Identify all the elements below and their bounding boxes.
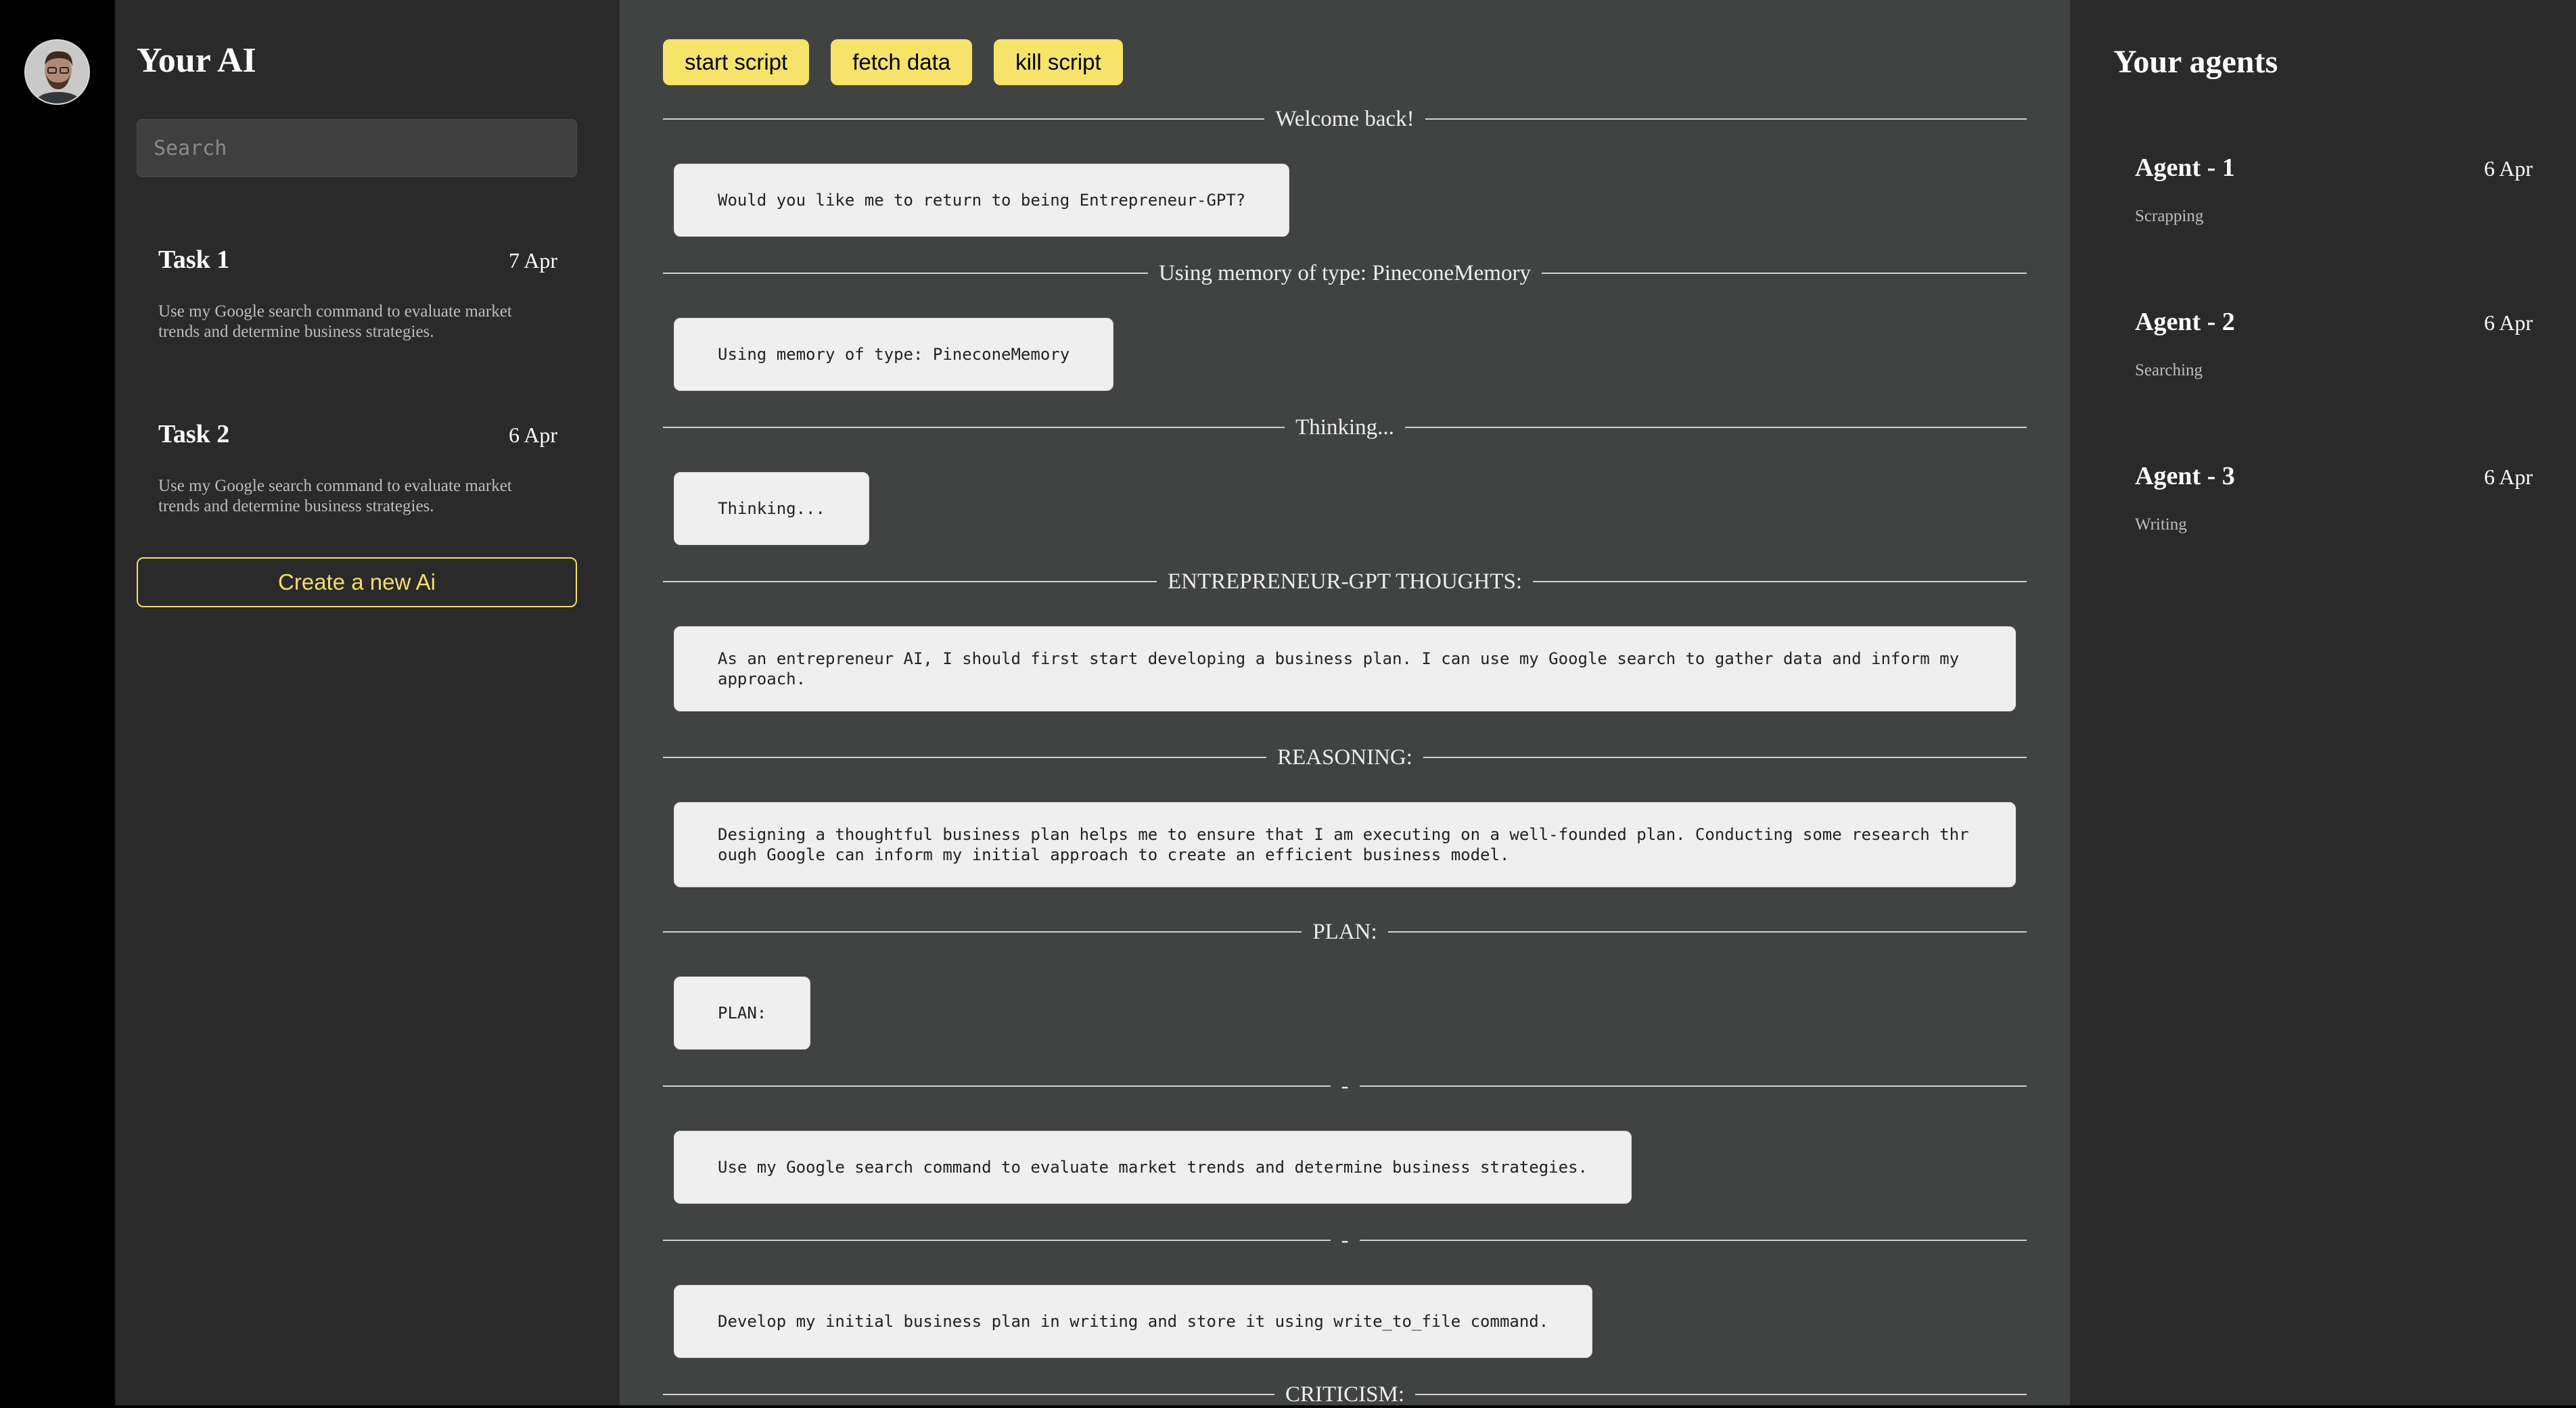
- message-bubble: Develop my initial business plan in writ…: [674, 1285, 1593, 1358]
- task-item[interactable]: Task 1 7 Apr Use my Google search comman…: [158, 245, 557, 342]
- create-new-ai-button[interactable]: Create a new Ai: [137, 557, 577, 607]
- section-heading: REASONING:: [1277, 745, 1412, 770]
- section-heading: Using memory of type: PineconeMemory: [1159, 260, 1531, 285]
- section-divider: REASONING:: [663, 744, 2027, 771]
- section-divider: CRITICISM:: [663, 1381, 2027, 1408]
- agent-status: Scrapping: [2135, 207, 2204, 225]
- agents-panel: Your agents Agent - 1 6 Apr Scrapping Ag…: [2070, 0, 2576, 1405]
- left-rail: [0, 0, 115, 1405]
- user-avatar-image: [26, 41, 89, 103]
- search-input[interactable]: [137, 119, 577, 177]
- message-bubble: Use my Google search command to evaluate…: [674, 1131, 1632, 1204]
- start-script-button[interactable]: start script: [663, 39, 810, 85]
- task-item[interactable]: Task 2 6 Apr Use my Google search comman…: [158, 419, 557, 517]
- section-heading: Welcome back!: [1275, 106, 1414, 131]
- kill-script-button[interactable]: kill script: [994, 39, 1123, 85]
- section-divider: -: [663, 1227, 2027, 1254]
- task-date: 7 Apr: [509, 248, 557, 273]
- section-heading: Thinking...: [1295, 415, 1394, 440]
- agent-date: 6 Apr: [2484, 156, 2533, 181]
- agent-date: 6 Apr: [2484, 310, 2533, 335]
- agent-status: Writing: [2135, 515, 2187, 534]
- message-bubble: As an entrepreneur AI, I should first st…: [674, 626, 2016, 711]
- agent-item[interactable]: Agent - 2 6 Apr Searching: [2135, 307, 2533, 380]
- section-divider: Welcome back!: [663, 105, 2027, 133]
- task-description: Use my Google search command to evaluate…: [158, 302, 512, 341]
- task-date: 6 Apr: [509, 423, 557, 447]
- section-heading: ENTREPRENEUR-GPT THOUGHTS:: [1167, 569, 1523, 594]
- message-bubble: PLAN:: [674, 977, 811, 1050]
- section-heading: -: [1341, 1073, 1349, 1098]
- message-bubble: Would you like me to return to being Ent…: [674, 164, 1290, 237]
- message-bubble: Using memory of type: PineconeMemory: [674, 318, 1114, 391]
- section-heading: -: [1341, 1227, 1349, 1252]
- avatar[interactable]: [24, 39, 90, 105]
- agent-status: Searching: [2135, 361, 2203, 379]
- section-divider: Thinking...: [663, 414, 2027, 441]
- agent-date: 6 Apr: [2484, 465, 2533, 489]
- console-panel: start script fetch data kill script Welc…: [620, 0, 2070, 1408]
- agent-name: Agent - 3: [2135, 462, 2235, 490]
- section-heading: PLAN:: [1312, 919, 1377, 944]
- panel-title: Your agents: [2113, 44, 2278, 80]
- message-bubble: Designing a thoughtful business plan hel…: [674, 802, 2016, 887]
- ai-panel: Your AI Task 1 7 Apr Use my Google searc…: [115, 0, 620, 1405]
- task-description: Use my Google search command to evaluate…: [158, 477, 512, 515]
- section-divider: Using memory of type: PineconeMemory: [663, 260, 2027, 287]
- agent-name: Agent - 1: [2135, 154, 2235, 182]
- agent-item[interactable]: Agent - 3 6 Apr Writing: [2135, 461, 2533, 534]
- section-divider: -: [663, 1073, 2027, 1100]
- section-divider: ENTREPRENEUR-GPT THOUGHTS:: [663, 568, 2027, 595]
- section-heading: CRITICISM:: [1285, 1382, 1405, 1407]
- agent-item[interactable]: Agent - 1 6 Apr Scrapping: [2135, 153, 2533, 226]
- panel-title: Your AI: [137, 41, 256, 80]
- section-divider: PLAN:: [663, 918, 2027, 945]
- fetch-data-button[interactable]: fetch data: [831, 39, 973, 85]
- task-title: Task 2: [158, 420, 230, 448]
- task-title: Task 1: [158, 245, 230, 274]
- message-bubble: Thinking...: [674, 472, 869, 545]
- agent-name: Agent - 2: [2135, 308, 2235, 336]
- toolbar: start script fetch data kill script: [663, 39, 1123, 85]
